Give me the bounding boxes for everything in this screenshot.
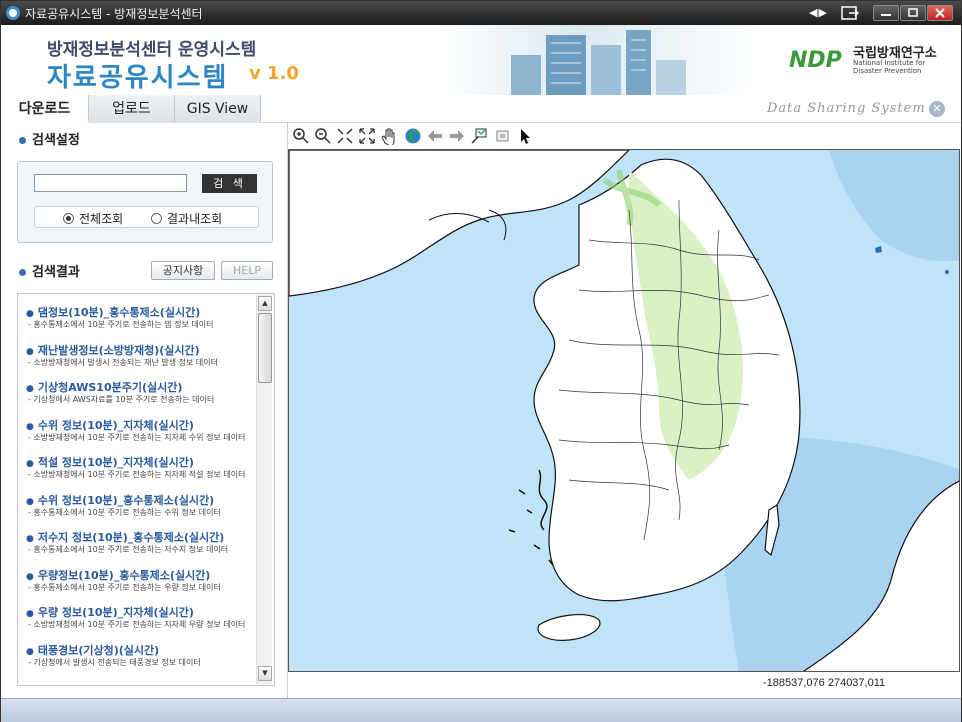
list-item-description: - 소방방재청에서 10분 주기로 전송하는 지자체 우량 정보 데이터 <box>28 620 246 629</box>
radio-within-label: 결과내조회 <box>167 212 223 226</box>
list-item-description: - 기상청에서 AWS자료를 10분 주기로 전송하는 데이터 <box>28 395 215 404</box>
list-item[interactable]: 수위 정보(10분)_지자체(실시간)- 소방방재청에서 10분 주기로 전송하… <box>26 417 258 455</box>
results-list: 댐정보(10분)_홍수통제소(실시간)- 홍수통제소에서 10분 주기로 전송하… <box>17 293 275 686</box>
list-item[interactable]: 기상청AWS10분주기(실시간)- 기상청에서 AWS자료를 10분 주기로 전… <box>26 379 258 417</box>
list-item[interactable]: 적설 정보(10분)_지자체(실시간)- 소방방재청에서 10분 주기로 전송하… <box>26 454 258 492</box>
list-item-title[interactable]: 재난발생정보(소방방재청)(실시간) <box>26 342 258 358</box>
search-settings-title: 검색설정 <box>19 129 80 148</box>
list-item[interactable]: 재난발생정보(소방방재청)(실시간)- 소방방재청에서 발생시 전송되는 재난 … <box>26 342 258 380</box>
pan-hand-icon[interactable] <box>380 127 398 145</box>
pointer-icon[interactable] <box>516 127 534 145</box>
minimize-button[interactable] <box>873 5 899 21</box>
maximize-button[interactable] <box>900 5 926 21</box>
tagline: Data Sharing System <box>767 101 926 116</box>
gis-map[interactable] <box>288 149 960 672</box>
app-header: 방재정보분석센터 운영시스템 자료공유시스템 v 1.0 NDP 국립방재연구소… <box>1 25 961 95</box>
list-item[interactable]: 우량 정보(10분)_지자체(실시간)- 소방방재청에서 10분 주기로 전송하… <box>26 604 258 642</box>
tab-upload[interactable]: 업로드 <box>89 95 175 123</box>
list-item-title[interactable]: 우량 정보(10분)_지자체(실시간) <box>26 604 258 620</box>
back-arrow-icon[interactable] <box>426 127 444 145</box>
list-item-title[interactable]: 태풍경보(기상청)(실시간) <box>26 642 258 658</box>
institute-name-en: National Institute for Disaster Preventi… <box>853 59 926 75</box>
map-coordinates: -188537,076 274037,011 <box>763 677 886 689</box>
radio-within-dot <box>151 213 162 224</box>
globe-icon[interactable] <box>404 127 422 145</box>
tab-gis-view[interactable]: GIS View <box>175 95 261 123</box>
list-item-title[interactable]: 적설 정보(10분)_지자체(실시간) <box>26 454 258 470</box>
results-items: 댐정보(10분)_홍수통제소(실시간)- 홍수통제소에서 10분 주기로 전송하… <box>26 304 258 679</box>
zoom-in-icon[interactable] <box>292 127 310 145</box>
list-item-description: - 소방방재청에서 발생시 전송되는 재난 발생 정보 데이터 <box>28 357 218 367</box>
app-window: 자료공유시스템 - 방재정보분석센터 ◀▶ 방재정보분석센터 운영시스템 자료공… <box>0 0 962 722</box>
full-extent-icon[interactable] <box>358 127 376 145</box>
tab-download[interactable]: 다운로드 <box>1 95 89 123</box>
help-button[interactable]: HELP <box>221 261 273 280</box>
list-item-description: - 홍수통제소에서 10분 주기로 전송하는 저수지 정보 데이터 <box>28 545 229 554</box>
search-input[interactable] <box>34 174 187 192</box>
search-results-title: 검색결과 <box>19 261 80 280</box>
scroll-up-icon[interactable]: ▲ <box>258 296 272 311</box>
ndp-logo-icon: NDP <box>789 48 842 73</box>
scroll-down-icon[interactable]: ▼ <box>258 666 272 681</box>
list-item[interactable]: 댐정보(10분)_홍수통제소(실시간)- 홍수통제소에서 10분 주기로 전송하… <box>26 304 258 342</box>
radio-within-results[interactable]: 결과내조회 <box>151 210 222 227</box>
map-canvas[interactable] <box>289 150 960 672</box>
close-circle-icon[interactable]: ✕ <box>929 101 945 117</box>
list-item-description: - 홍수통제소에서 10분 주기로 전송하는 수위 정보 데이터 <box>28 507 221 517</box>
dokdo-island <box>945 270 949 274</box>
list-item-title[interactable]: 우량정보(10분)_홍수통제소(실시간) <box>26 567 258 583</box>
list-item-description: - 홍수통제소에서 10분 주기로 전송하는 우량 정보 데이터 <box>28 582 221 592</box>
list-item-title[interactable]: 저수지 정보(10분)_홍수통제소(실시간) <box>26 529 258 545</box>
radio-all-label: 전체조회 <box>79 212 124 226</box>
search-button[interactable]: 검 색 <box>202 174 257 193</box>
title-bar: 자료공유시스템 - 방재정보분석센터 ◀▶ <box>1 1 961 25</box>
close-icon <box>935 8 945 18</box>
list-item-title[interactable]: 댐정보(10분)_홍수통제소(실시간) <box>26 304 258 320</box>
list-item-description: - 기상청에서 발생시 전송되는 태풍경보 정보 데이터 <box>28 657 201 667</box>
select-box-icon[interactable] <box>494 127 512 145</box>
left-panel: 검색설정 검 색 전체조회 결과내조회 검색결과 공지사항 HELP 댐정보(1… <box>1 123 288 698</box>
close-button[interactable] <box>927 5 953 21</box>
zoom-out-icon[interactable] <box>314 127 332 145</box>
search-box: 검 색 전체조회 결과내조회 <box>17 161 273 243</box>
list-item-title[interactable]: 수위 정보(10분)_지자체(실시간) <box>26 417 258 433</box>
list-item[interactable]: 수위 정보(10분)_홍수통제소(실시간)- 홍수통제소에서 10분 주기로 전… <box>26 492 258 530</box>
app-icon <box>6 6 20 20</box>
list-item-title[interactable]: 기상청AWS10분주기(실시간) <box>26 379 258 395</box>
maximize-icon <box>908 8 918 17</box>
window-title: 자료공유시스템 - 방재정보분석센터 <box>25 7 203 21</box>
exit-icon[interactable] <box>841 5 859 21</box>
list-item[interactable]: 저수지 정보(10분)_홍수통제소(실시간)- 홍수통제소에서 10분 주기로 … <box>26 529 258 567</box>
minimize-icon <box>881 14 891 16</box>
map-toolbar <box>288 123 961 149</box>
status-bar <box>1 698 961 722</box>
list-item[interactable]: 태풍경보(기상청)(실시간)- 기상청에서 발생시 전송되는 태풍경보 정보 데… <box>26 642 258 680</box>
identify-icon[interactable] <box>470 127 488 145</box>
zoom-extent-icon[interactable] <box>336 127 354 145</box>
radio-all-dot <box>63 213 74 224</box>
list-item-description: - 소방방재청에서 10분 주기로 전송하는 지자체 수위 정보 데이터 <box>28 432 246 442</box>
scroll-thumb[interactable] <box>258 313 272 383</box>
list-item[interactable]: 우량정보(10분)_홍수통제소(실시간)- 홍수통제소에서 10분 주기로 전송… <box>26 567 258 605</box>
radio-all[interactable]: 전체조회 <box>63 210 123 227</box>
list-item-title[interactable]: 수위 정보(10분)_홍수통제소(실시간) <box>26 492 258 508</box>
results-scrollbar[interactable]: ▲ ▼ <box>256 295 272 684</box>
system-title: 자료공유시스템 <box>47 63 229 93</box>
search-scope-group: 전체조회 결과내조회 <box>34 206 259 228</box>
version-label: v 1.0 <box>249 63 299 84</box>
nav-arrows-icon[interactable]: ◀▶ <box>809 6 828 19</box>
tab-bar: 다운로드 업로드 GIS View Data Sharing System ✕ <box>1 95 961 123</box>
notice-button[interactable]: 공지사항 <box>151 261 215 280</box>
list-item-description: - 홍수통제소에서 10분 주기로 전송하는 댐 정보 데이터 <box>28 320 214 329</box>
ndp-logo-text: NDP <box>789 48 842 73</box>
forward-arrow-icon[interactable] <box>448 127 466 145</box>
list-item-description: - 소방방재청에서 10분 주기로 전송하는 지자체 적설 정보 데이터 <box>28 470 246 479</box>
building-illustration-icon <box>511 30 686 95</box>
